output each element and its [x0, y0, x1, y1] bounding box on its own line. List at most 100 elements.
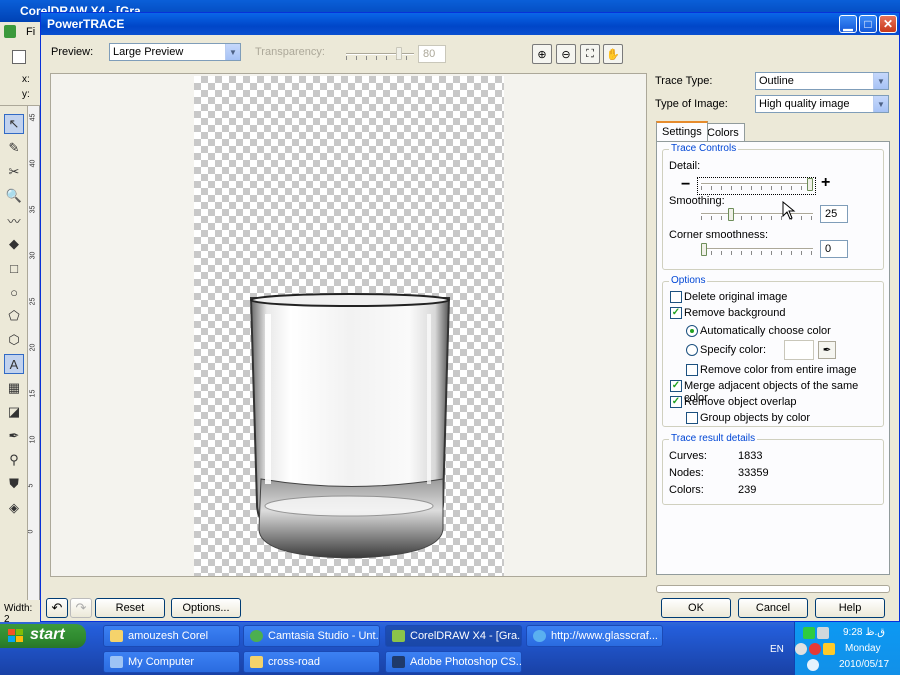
- app-doc-icon: [4, 25, 16, 38]
- delete-original-checkbox[interactable]: [670, 291, 682, 303]
- transparency-thumb[interactable]: [396, 47, 402, 60]
- shape-tool-icon[interactable]: ✎: [4, 138, 24, 158]
- zoom-tool-icon[interactable]: 🔍: [4, 186, 24, 206]
- record-icon[interactable]: [809, 643, 821, 655]
- reset-button[interactable]: Reset: [95, 598, 165, 618]
- app-status-bar: Width: 2: [0, 600, 40, 625]
- smoothing-value[interactable]: 25: [820, 205, 848, 223]
- trace-type-select[interactable]: Outline ▼: [755, 72, 889, 90]
- tab-settings[interactable]: Settings: [656, 121, 708, 141]
- remove-background-label: Remove background: [684, 307, 786, 319]
- ruler-number: 0: [28, 529, 35, 534]
- preview-area[interactable]: [50, 73, 647, 577]
- taskbar-item[interactable]: Camtasia Studio - Unt...: [243, 625, 380, 647]
- corner-value[interactable]: 0: [820, 240, 848, 258]
- transparency-value[interactable]: 80: [418, 45, 446, 63]
- trace-results-group: Trace result details Curves: 1833 Nodes:…: [662, 433, 884, 505]
- network-icon[interactable]: [817, 627, 829, 639]
- zoom-in-icon[interactable]: ⊕: [532, 44, 552, 64]
- menu-file[interactable]: Fi: [26, 26, 35, 38]
- close-button[interactable]: ✕: [879, 15, 897, 33]
- crop-tool-icon[interactable]: ✂: [4, 162, 24, 182]
- image-type-select[interactable]: High quality image ▼: [755, 95, 889, 113]
- preview-select[interactable]: Large Preview ▼: [109, 43, 241, 61]
- glass-image: [249, 293, 451, 559]
- colors-value: 239: [738, 484, 757, 496]
- specify-color-radio[interactable]: [686, 344, 698, 356]
- transparency-slider[interactable]: [346, 53, 414, 55]
- rectangle-tool-icon[interactable]: □: [4, 258, 24, 278]
- interactive-fill-tool-icon[interactable]: ◈: [4, 498, 24, 518]
- cancel-button[interactable]: Cancel: [738, 598, 808, 618]
- delete-original-label: Delete original image: [684, 291, 788, 303]
- taskbar-item[interactable]: amouzesh Corel: [103, 625, 240, 647]
- new-doc-icon[interactable]: [12, 50, 26, 64]
- ruler-number: 30: [29, 251, 37, 260]
- freehand-tool-icon[interactable]: 〰: [4, 210, 24, 230]
- security-icon[interactable]: [823, 643, 835, 655]
- toolbox: ↖ ✎ ✂ 🔍 〰 ◆ □ ○ ⬠ ⬡ A ▦ ◪ ✒ ⚲ ⛊ ◈: [0, 106, 28, 600]
- options-group: Options Delete original image ✓ Remove b…: [662, 275, 884, 427]
- group-by-color-checkbox[interactable]: [686, 412, 698, 424]
- detail-slider[interactable]: [701, 183, 813, 185]
- folder-icon: [250, 656, 263, 668]
- remove-entire-checkbox[interactable]: [686, 364, 698, 376]
- remove-background-checkbox[interactable]: ✓: [670, 307, 682, 319]
- text-tool-icon[interactable]: A: [4, 354, 24, 374]
- polygon-tool-icon[interactable]: ⬠: [4, 306, 24, 326]
- taskbar-item-label: http://www.glasscraf...: [551, 630, 658, 642]
- smoothing-ticks: [701, 216, 813, 220]
- start-button[interactable]: start: [0, 624, 86, 648]
- trace-type-label: Trace Type:: [655, 75, 713, 87]
- pan-hand-icon[interactable]: ✋: [603, 44, 623, 64]
- ok-button[interactable]: OK: [661, 598, 731, 618]
- ruler-number: 35: [29, 205, 37, 214]
- pick-tool-icon[interactable]: ↖: [4, 114, 24, 134]
- coreldraw-icon: [392, 630, 405, 642]
- zoom-fit-icon[interactable]: ⛶: [580, 44, 600, 64]
- outline-tool-icon[interactable]: ⚲: [4, 450, 24, 470]
- help-tray-icon[interactable]: [795, 643, 807, 655]
- table-tool-icon[interactable]: ▦: [4, 378, 24, 398]
- detail-thumb[interactable]: [807, 178, 813, 191]
- taskbar-item[interactable]: http://www.glasscraf...: [526, 625, 663, 647]
- detail-plus-icon[interactable]: +: [821, 174, 830, 192]
- smoothing-slider[interactable]: [701, 213, 813, 215]
- maximize-button[interactable]: □: [859, 15, 877, 33]
- trace-type-value: Outline: [759, 75, 794, 87]
- eyedropper-tool-icon[interactable]: ✒: [4, 426, 24, 446]
- smoothing-thumb[interactable]: [727, 208, 734, 221]
- taskbar-item[interactable]: cross-road: [243, 651, 380, 673]
- dialog-titlebar[interactable]: PowerTRACE ▁ □ ✕: [41, 13, 899, 35]
- merge-adjacent-checkbox[interactable]: ✓: [670, 380, 682, 392]
- ruler-number: 5: [28, 483, 35, 488]
- basic-shapes-tool-icon[interactable]: ⬡: [4, 330, 24, 350]
- options-button[interactable]: Options...: [171, 598, 241, 618]
- interactive-tool-icon[interactable]: ◪: [4, 402, 24, 422]
- taskbar-item-active[interactable]: CorelDRAW X4 - [Gra...: [385, 625, 522, 647]
- taskbar-item[interactable]: My Computer: [103, 651, 240, 673]
- detail-minus-icon[interactable]: −: [681, 176, 690, 194]
- corner-slider[interactable]: [701, 248, 813, 250]
- corner-thumb[interactable]: [701, 243, 707, 256]
- remove-overlap-checkbox[interactable]: ✓: [670, 396, 682, 408]
- zoom-out-icon[interactable]: ⊖: [556, 44, 576, 64]
- help-button[interactable]: Help: [815, 598, 885, 618]
- language-indicator[interactable]: EN: [770, 644, 784, 655]
- info-icon[interactable]: [807, 659, 819, 671]
- camtasia-icon: [250, 630, 263, 642]
- trace-controls-title: Trace Controls: [669, 143, 739, 154]
- play-icon[interactable]: [803, 627, 815, 639]
- eyedropper-icon[interactable]: ✒: [818, 341, 836, 359]
- redo-icon[interactable]: ↷: [70, 598, 92, 618]
- auto-color-radio[interactable]: [686, 325, 698, 337]
- smart-fill-tool-icon[interactable]: ◆: [4, 234, 24, 254]
- taskbar-item[interactable]: Adobe Photoshop CS...: [385, 651, 522, 673]
- fill-tool-icon[interactable]: ⛊: [4, 474, 24, 494]
- undo-icon[interactable]: ↶: [46, 598, 68, 618]
- chevron-down-icon: ▼: [873, 96, 888, 112]
- curves-label: Curves:: [669, 450, 707, 462]
- minimize-button[interactable]: ▁: [839, 15, 857, 33]
- ellipse-tool-icon[interactable]: ○: [4, 282, 24, 302]
- color-swatch[interactable]: [784, 340, 814, 360]
